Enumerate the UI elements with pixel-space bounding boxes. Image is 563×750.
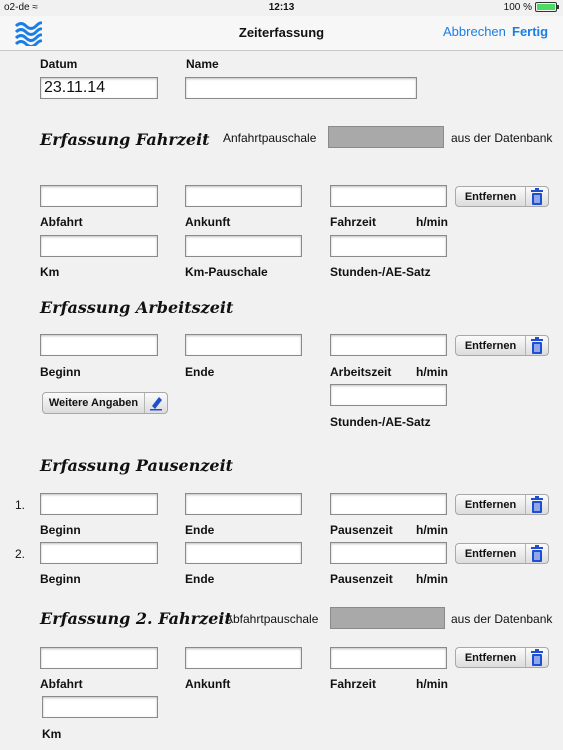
trash-icon <box>525 648 548 667</box>
drive2-arrival-label: Ankunft <box>185 677 231 691</box>
drive-duration-label: Fahrzeit <box>330 215 377 229</box>
work-end-field[interactable] <box>185 334 302 356</box>
remove-button-label: Entfernen <box>464 190 517 203</box>
work-unit-label: h/min <box>416 365 448 379</box>
km-flat-label: Km-Pauschale <box>185 265 268 279</box>
break-2-start-label: Beginn <box>40 572 81 586</box>
remove-button-label: Entfernen <box>464 651 517 664</box>
departure-flat-label: Abfahrtpauschale <box>225 612 319 626</box>
name-field[interactable] <box>185 77 417 99</box>
drive2-unit-label: h/min <box>416 677 448 691</box>
pencil-icon <box>144 393 167 413</box>
km-flat-field[interactable] <box>185 235 302 257</box>
remove-break-1-button[interactable]: Entfernen <box>455 494 549 515</box>
battery-icon <box>535 2 559 13</box>
more-details-label: Weitere Angaben <box>48 397 139 409</box>
arrival-field[interactable] <box>185 185 302 207</box>
work-duration-field[interactable] <box>330 334 447 356</box>
drive2-km-field[interactable] <box>42 696 158 718</box>
drive-unit-label: h/min <box>416 215 448 229</box>
work-end-label: Ende <box>185 365 215 379</box>
drive-duration-field[interactable] <box>330 185 447 207</box>
work-start-label: Beginn <box>40 365 81 379</box>
status-bar: o2-de ≈ 12:13 100 % <box>0 0 563 16</box>
departure-field[interactable] <box>40 185 158 207</box>
drive2-km-label: Km <box>42 727 62 741</box>
section-title-drive: Erfassung Fahrzeit <box>40 130 210 149</box>
date-label: Datum <box>40 57 78 71</box>
break-1-start-label: Beginn <box>40 523 81 537</box>
break-2-end-label: Ende <box>185 572 215 586</box>
break-1-end-label: Ende <box>185 523 215 537</box>
break-row-number: 1. <box>15 498 26 512</box>
battery-indicator: 100 % <box>504 2 559 13</box>
work-start-field[interactable] <box>40 334 158 356</box>
drive2-departure-field[interactable] <box>40 647 158 669</box>
name-label: Name <box>186 57 219 71</box>
trash-icon <box>525 187 548 206</box>
remove-button-label: Entfernen <box>464 339 517 352</box>
departure-flat-field[interactable] <box>330 607 445 629</box>
drive2-duration-field[interactable] <box>330 647 447 669</box>
remove-button-label: Entfernen <box>464 498 517 511</box>
cancel-button[interactable]: Abbrechen <box>443 24 506 39</box>
remove-break-2-button[interactable]: Entfernen <box>455 543 549 564</box>
km-label: Km <box>40 265 60 279</box>
remove-drive2-button[interactable]: Entfernen <box>455 647 549 668</box>
arrival-flat-label: Anfahrtpauschale <box>223 131 317 145</box>
work-rate-label: Stunden-/AE-Satz <box>330 415 431 429</box>
from-db-label-2: aus der Datenbank <box>451 612 553 626</box>
remove-button-label: Entfernen <box>464 547 517 560</box>
more-details-button[interactable]: Weitere Angaben <box>42 392 168 414</box>
break-1-unit-label: h/min <box>416 523 448 537</box>
break-2-end-field[interactable] <box>185 542 302 564</box>
break-2-start-field[interactable] <box>40 542 158 564</box>
section-title-breaks: Erfassung Pausenzeit <box>40 456 234 475</box>
arrival-flat-field[interactable] <box>328 126 444 148</box>
remove-work-button[interactable]: Entfernen <box>455 335 549 356</box>
drive2-arrival-field[interactable] <box>185 647 302 669</box>
work-duration-label: Arbeitszeit <box>330 365 392 379</box>
trash-icon <box>525 544 548 563</box>
work-rate-field[interactable] <box>330 384 447 406</box>
drive-rate-label: Stunden-/AE-Satz <box>330 265 431 279</box>
remove-drive-button[interactable]: Entfernen <box>455 186 549 207</box>
trash-icon <box>525 495 548 514</box>
km-field[interactable] <box>40 235 158 257</box>
navigation-bar: Zeiterfassung Abbrechen Fertig <box>0 16 563 51</box>
break-row-number: 2. <box>15 547 26 561</box>
drive2-departure-label: Abfahrt <box>40 677 83 691</box>
break-1-duration-field[interactable] <box>330 493 447 515</box>
break-2-duration-label: Pausenzeit <box>330 572 393 586</box>
arrival-label: Ankunft <box>185 215 231 229</box>
break-2-duration-field[interactable] <box>330 542 447 564</box>
departure-label: Abfahrt <box>40 215 83 229</box>
date-field[interactable]: 23.11.14 <box>40 77 158 99</box>
from-db-label: aus der Datenbank <box>451 131 553 145</box>
break-1-duration-label: Pausenzeit <box>330 523 393 537</box>
drive2-duration-label: Fahrzeit <box>330 677 377 691</box>
section-title-drive2: Erfassung 2. Fahrzeit <box>40 609 232 628</box>
break-2-unit-label: h/min <box>416 572 448 586</box>
trash-icon <box>525 336 548 355</box>
drive-rate-field[interactable] <box>330 235 447 257</box>
done-button[interactable]: Fertig <box>512 24 548 39</box>
clock: 12:13 <box>268 2 295 13</box>
section-title-work: Erfassung Arbeitszeit <box>40 298 234 317</box>
break-1-end-field[interactable] <box>185 493 302 515</box>
break-1-start-field[interactable] <box>40 493 158 515</box>
